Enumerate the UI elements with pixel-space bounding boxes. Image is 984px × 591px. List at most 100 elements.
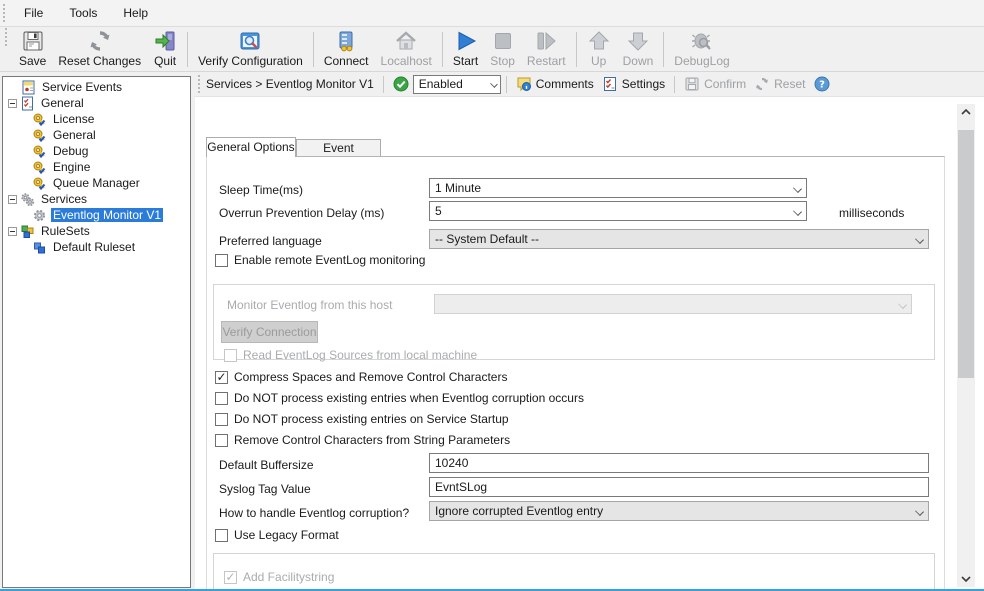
start-button[interactable]: Start [447, 28, 484, 71]
tree-label: RuleSets [39, 224, 92, 238]
overrun-delay-value: 5 [435, 204, 442, 218]
add-facilitystring-checkbox[interactable]: Add Facilitystring [224, 570, 334, 584]
reset-label: Reset [774, 77, 805, 91]
syslog-tag-input[interactable]: EvntSLog [429, 477, 929, 497]
cubes-icon [20, 224, 35, 239]
tree-item-rulesets-group[interactable]: RuleSets [3, 223, 190, 239]
compress-spaces-checkbox[interactable]: Compress Spaces and Remove Control Chara… [215, 370, 507, 384]
settings-checklist-icon [602, 76, 618, 92]
corruption-value: Ignore corrupted Eventlog entry [435, 504, 603, 518]
service-events-icon [21, 80, 36, 95]
comments-label: Comments [536, 77, 594, 91]
scroll-down-icon[interactable] [957, 571, 975, 587]
tree-item-debug[interactable]: Debug [3, 143, 190, 159]
toolbar-separator [674, 76, 675, 93]
main-toolbar: Save Reset Changes Quit Verify Configura… [0, 27, 984, 72]
menu-help[interactable]: Help [110, 0, 161, 26]
remote-eventlog-group: Monitor Eventlog from this host Verify C… [213, 284, 935, 360]
sleep-time-value: 1 Minute [435, 181, 481, 195]
collapse-icon[interactable] [8, 227, 17, 236]
no-process-startup-checkbox[interactable]: Do NOT process existing entries on Servi… [215, 412, 509, 426]
tree-item-general[interactable]: General [3, 127, 190, 143]
collapse-icon[interactable] [8, 195, 17, 204]
save-button[interactable]: Save [13, 28, 52, 71]
reset-button[interactable]: Reset [750, 76, 809, 92]
breadcrumb: Services > Eventlog Monitor V1 [206, 77, 374, 91]
settings-button[interactable]: Settings [598, 76, 669, 92]
reset-changes-icon [88, 29, 112, 53]
sleep-time-combo[interactable]: 1 Minute [429, 178, 807, 198]
tree-item-eventlog-monitor[interactable]: Eventlog Monitor V1 [3, 207, 190, 223]
tab-label: General Options [207, 140, 294, 154]
no-process-corruption-checkbox[interactable]: Do NOT process existing entries when Eve… [215, 391, 584, 405]
down-label: Down [623, 54, 654, 68]
tab-event-channels[interactable]: Event Channels [296, 139, 381, 157]
connect-button[interactable]: Connect [318, 28, 375, 71]
use-legacy-label: Use Legacy Format [234, 528, 339, 542]
gears-icon [20, 192, 35, 207]
checkbox-box [215, 392, 228, 405]
config-check-icon [32, 112, 47, 127]
preferred-language-value: -- System Default -- [435, 232, 539, 246]
overrun-delay-combo[interactable]: 5 [429, 201, 807, 221]
compress-spaces-label: Compress Spaces and Remove Control Chara… [234, 370, 507, 384]
corruption-combo[interactable]: Ignore corrupted Eventlog entry [429, 501, 929, 521]
overrun-delay-suffix: milliseconds [839, 206, 904, 220]
enable-remote-checkbox[interactable]: Enable remote EventLog monitoring [215, 253, 425, 267]
scroll-up-icon[interactable] [957, 104, 975, 120]
toolbar-separator [383, 76, 384, 93]
verify-configuration-button[interactable]: Verify Configuration [192, 28, 309, 71]
checklist-icon [20, 96, 35, 111]
up-arrow-icon [587, 29, 611, 53]
verify-configuration-icon [238, 29, 262, 53]
tree-label: License [51, 112, 96, 126]
tree-item-service-events[interactable]: Service Events [3, 79, 190, 95]
debuglog-button[interactable]: DebugLog [668, 28, 735, 71]
collapse-icon[interactable] [8, 99, 17, 108]
confirm-button[interactable]: Confirm [680, 76, 750, 92]
connect-label: Connect [324, 54, 369, 68]
buffersize-input[interactable]: 10240 [429, 453, 929, 473]
tree-item-engine[interactable]: Engine [3, 159, 190, 175]
restart-button[interactable]: Restart [521, 28, 572, 71]
monitor-host-combo[interactable] [434, 294, 912, 314]
reset-changes-button[interactable]: Reset Changes [52, 28, 147, 71]
down-button[interactable]: Down [617, 28, 660, 71]
menu-file[interactable]: File [11, 0, 56, 26]
tree-item-services-group[interactable]: Services [3, 191, 190, 207]
stop-button[interactable]: Stop [484, 28, 521, 71]
menu-tools[interactable]: Tools [56, 0, 110, 26]
service-status-select[interactable]: Enabled [413, 75, 501, 94]
checkbox-box [215, 254, 228, 267]
tab-general-options[interactable]: General Options [206, 137, 296, 157]
vertical-scrollbar[interactable] [957, 104, 975, 587]
config-check-icon [32, 144, 47, 159]
localhost-button[interactable]: Localhost [375, 28, 438, 71]
tree-item-default-ruleset[interactable]: Default Ruleset [3, 239, 190, 255]
config-check-icon [32, 176, 47, 191]
up-button[interactable]: Up [581, 28, 617, 71]
gear-icon [32, 208, 47, 223]
verify-connection-button[interactable]: Verify Connection [221, 321, 318, 343]
syslog-tag-label: Syslog Tag Value [219, 482, 311, 496]
comments-button[interactable]: Comments [512, 76, 598, 92]
syslog-tag-value: EvntSLog [435, 480, 487, 494]
scrollbar-thumb[interactable] [958, 130, 974, 378]
preferred-language-combo[interactable]: -- System Default -- [429, 229, 929, 249]
tree-item-general-group[interactable]: General [3, 95, 190, 111]
toolbar-grip [198, 75, 202, 93]
read-sources-checkbox[interactable]: Read EventLog Sources from local machine [224, 348, 477, 362]
tree-label: General [51, 128, 98, 142]
preferred-language-label: Preferred language [219, 234, 322, 248]
tree-item-license[interactable]: License [3, 111, 190, 127]
general-options-pane: Sleep Time(ms) 1 Minute Overrun Preventi… [206, 156, 945, 591]
remove-control-chars-checkbox[interactable]: Remove Control Characters from String Pa… [215, 433, 510, 447]
svg-text:?: ? [819, 80, 825, 91]
config-tree: Service Events General License General D… [2, 76, 191, 588]
settings-label: Settings [622, 77, 665, 91]
help-icon[interactable]: ? [814, 76, 830, 92]
use-legacy-checkbox[interactable]: Use Legacy Format [215, 528, 339, 542]
tree-item-queue-manager[interactable]: Queue Manager [3, 175, 190, 191]
save-label: Save [19, 54, 46, 68]
quit-button[interactable]: Quit [147, 28, 183, 71]
